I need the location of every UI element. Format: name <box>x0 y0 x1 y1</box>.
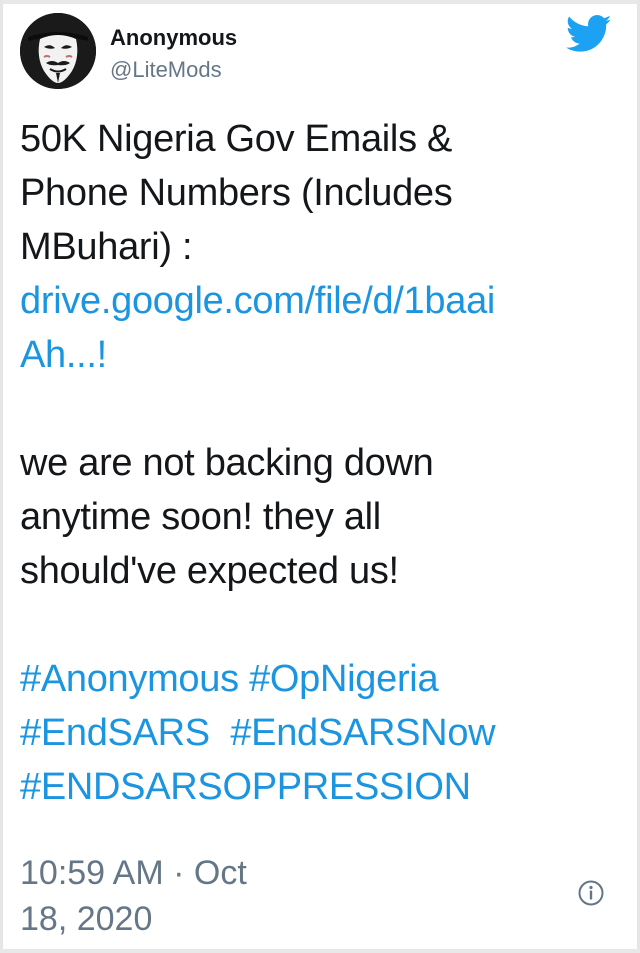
tweet-text-line: MBuhari) : <box>20 226 193 268</box>
hashtag-line: #Anonymous #OpNigeria <box>20 652 620 706</box>
timestamp-date: 18, 2020 <box>20 900 153 938</box>
hashtag-line: #ENDSARSOPPRESSION <box>20 760 620 814</box>
anonymous-mask-avatar[interactable] <box>20 13 96 89</box>
hashtag-opnigeria[interactable]: #OpNigeria <box>249 658 439 700</box>
hashtag-endsarsnow[interactable]: #EndSARSNow <box>230 712 495 754</box>
timestamp-time: 10:59 AM · Oct <box>20 854 247 892</box>
tweet-text: 50K Nigeria Gov Emails & Phone Numbers (… <box>20 112 620 814</box>
hashtag-endsars[interactable]: #EndSARS <box>20 712 210 754</box>
author-name[interactable]: Anonymous <box>110 24 237 52</box>
tweet-text-line: anytime soon! they all <box>20 496 381 538</box>
tweet-link-continued[interactable]: Ah...! <box>20 328 620 382</box>
hashtag-line: #EndSARS #EndSARSNow <box>20 706 620 760</box>
info-icon[interactable] <box>578 880 604 906</box>
tweet-text-line: should've expected us! <box>20 550 399 592</box>
author-handle[interactable]: @LiteMods <box>110 56 222 84</box>
tweet-text-line: Phone Numbers (Includes <box>20 172 453 214</box>
tweet-timestamp[interactable]: 10:59 AM · Oct 18, 2020 <box>20 850 247 942</box>
tweet-link[interactable]: drive.google.com/file/d/1baai <box>20 274 620 328</box>
tweet-text-line: 50K Nigeria Gov Emails & <box>20 118 453 160</box>
tweet-card: Anonymous @LiteMods 50K Nigeria Gov Emai… <box>0 0 640 953</box>
twitter-bird-icon[interactable] <box>565 14 612 54</box>
tweet-text-line: we are not backing down <box>20 442 434 484</box>
hashtag-anonymous[interactable]: #Anonymous <box>20 658 239 700</box>
hashtag-endsarsoppression[interactable]: #ENDSARSOPPRESSION <box>20 766 471 808</box>
